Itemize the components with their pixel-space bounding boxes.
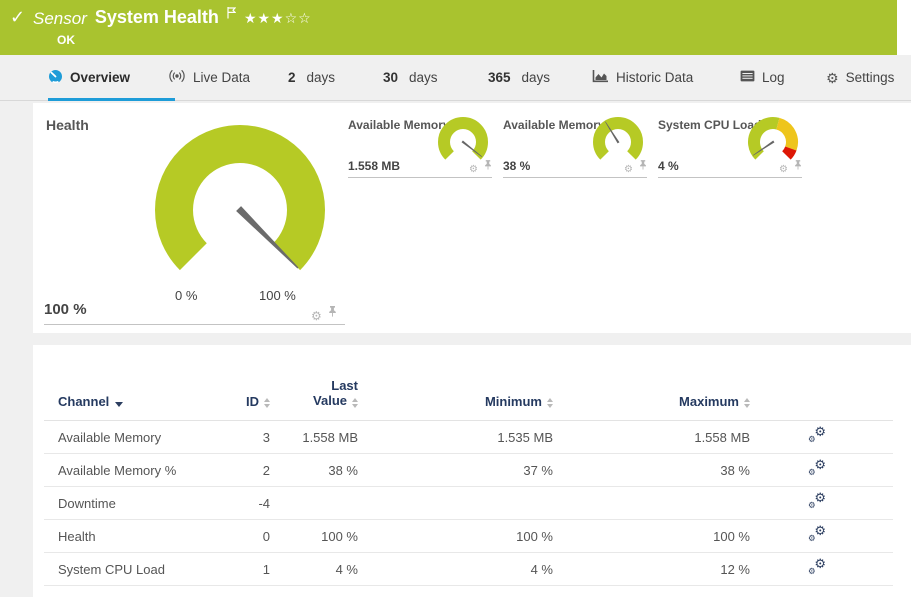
channel-name: Available Memory bbox=[44, 430, 230, 445]
sort-icon bbox=[352, 398, 358, 408]
channel-id: 2 bbox=[230, 463, 270, 478]
channel-id: 3 bbox=[230, 430, 270, 445]
pin-icon[interactable] bbox=[484, 157, 492, 175]
status-ok-check-icon: ✓ bbox=[10, 7, 25, 28]
channel-name: Available Memory % bbox=[44, 463, 230, 478]
column-header-minimum[interactable]: Minimum bbox=[358, 394, 553, 409]
tab-2-days[interactable]: 2days bbox=[288, 55, 335, 100]
maximum-value: 38 % bbox=[553, 463, 750, 478]
sort-icon bbox=[264, 398, 270, 408]
channel-table: Channel ID Last Value Minimum bbox=[44, 345, 893, 586]
maximum-value: 1.558 MB bbox=[553, 430, 750, 445]
tab-overview[interactable]: Overview bbox=[48, 55, 175, 100]
channel-name: Health bbox=[44, 529, 230, 544]
column-header-id[interactable]: ID bbox=[230, 394, 270, 409]
pin-icon[interactable] bbox=[794, 157, 802, 175]
mini-gauge-value: 1.558 MB bbox=[348, 159, 400, 173]
table-row-available-memory[interactable]: Available Memory 3 1.558 MB 1.535 MB 1.5… bbox=[44, 421, 893, 454]
tab-settings[interactable]: ⚙ Settings bbox=[826, 55, 894, 100]
tab-365-days[interactable]: 365days bbox=[488, 55, 550, 100]
minimum-value: 37 % bbox=[358, 463, 553, 478]
sort-icon bbox=[744, 398, 750, 408]
column-header-channel[interactable]: Channel bbox=[44, 394, 230, 409]
column-header-last-value[interactable]: Last Value bbox=[270, 379, 358, 409]
sensor-status-text: OK bbox=[57, 33, 75, 47]
sensor-type-label: Sensor bbox=[33, 7, 87, 29]
last-value: 100 % bbox=[270, 529, 358, 544]
tab-log-label: Log bbox=[762, 70, 785, 85]
channel-id: 0 bbox=[230, 529, 270, 544]
column-header-maximum[interactable]: Maximum bbox=[553, 394, 750, 409]
maximum-value: 100 % bbox=[553, 529, 750, 544]
table-row-downtime[interactable]: Downtime -4 ⚙⚙ bbox=[44, 487, 893, 520]
tab-historic-data[interactable]: Historic Data bbox=[592, 55, 693, 100]
channel-id: 1 bbox=[230, 562, 270, 577]
gear-icon: ⚙ bbox=[826, 71, 839, 85]
health-gauge bbox=[140, 118, 340, 296]
last-value: 38 % bbox=[270, 463, 358, 478]
pin-icon[interactable] bbox=[639, 157, 647, 175]
tab-historic-data-label: Historic Data bbox=[616, 70, 693, 85]
main-gauge-value: 100 % bbox=[44, 301, 87, 318]
mini-gauge-available-memory: Available Memory 1.558 MB ⚙ bbox=[348, 118, 492, 178]
channel-id: -4 bbox=[230, 496, 270, 511]
gauges-panel: Health 0 % 100 % 100 % ⚙ Available Memor… bbox=[33, 103, 911, 333]
minimum-value: 4 % bbox=[358, 562, 553, 577]
sort-icon bbox=[547, 398, 553, 408]
mini-gauge-value: 38 % bbox=[503, 159, 530, 173]
tab-live-data-label: Live Data bbox=[193, 70, 250, 85]
minimum-value: 1.535 MB bbox=[358, 430, 553, 445]
sort-desc-icon bbox=[115, 402, 123, 407]
edit-channel-icon[interactable]: ⚙⚙ bbox=[808, 428, 826, 444]
priority-star-rating[interactable]: ★★★☆☆ bbox=[244, 7, 312, 27]
gauge-scale-max: 100 % bbox=[259, 288, 296, 303]
channel-name: Downtime bbox=[44, 496, 230, 511]
minimum-value: 100 % bbox=[358, 529, 553, 544]
edit-channel-icon[interactable]: ⚙⚙ bbox=[808, 494, 826, 510]
gear-icon[interactable]: ⚙ bbox=[779, 165, 788, 175]
gauge-icon bbox=[48, 69, 63, 87]
tab-live-data[interactable]: Live Data bbox=[168, 55, 278, 100]
gear-icon[interactable]: ⚙ bbox=[469, 165, 478, 175]
last-value: 4 % bbox=[270, 562, 358, 577]
channel-name: System CPU Load bbox=[44, 562, 230, 577]
tab-30-days[interactable]: 30days bbox=[383, 55, 438, 100]
table-header-row: Channel ID Last Value Minimum bbox=[44, 345, 893, 421]
edit-channel-icon[interactable]: ⚙⚙ bbox=[808, 461, 826, 477]
gear-icon[interactable]: ⚙ bbox=[624, 165, 633, 175]
mini-gauge-value: 4 % bbox=[658, 159, 679, 173]
tab-settings-label: Settings bbox=[846, 70, 895, 85]
gear-icon[interactable]: ⚙ bbox=[311, 310, 322, 322]
table-row-health[interactable]: Health 0 100 % 100 % 100 % ⚙⚙ bbox=[44, 520, 893, 553]
live-data-icon bbox=[168, 69, 186, 86]
chart-icon bbox=[592, 69, 609, 86]
last-value: 1.558 MB bbox=[270, 430, 358, 445]
edit-channel-icon[interactable]: ⚙⚙ bbox=[808, 527, 826, 543]
tab-overview-label: Overview bbox=[70, 70, 130, 85]
tab-bar: Overview Live Data 2days 30days 365days … bbox=[0, 55, 911, 101]
channel-table-panel: Channel ID Last Value Minimum bbox=[33, 345, 911, 607]
page-content: Overview Live Data 2days 30days 365days … bbox=[0, 55, 911, 597]
sensor-status-bar: ✓ Sensor System Health ★★★☆☆ OK bbox=[0, 0, 897, 55]
flag-icon[interactable] bbox=[227, 6, 236, 24]
table-row-available-memory-pct[interactable]: Available Memory % 2 38 % 37 % 38 % ⚙⚙ bbox=[44, 454, 893, 487]
pin-icon[interactable] bbox=[328, 304, 337, 322]
tab-log[interactable]: Log bbox=[740, 55, 785, 100]
gauge-scale-min: 0 % bbox=[175, 288, 197, 303]
table-row-system-cpu-load[interactable]: System CPU Load 1 4 % 4 % 12 % ⚙⚙ bbox=[44, 553, 893, 586]
edit-channel-icon[interactable]: ⚙⚙ bbox=[808, 560, 826, 576]
mini-gauge-available-memory-pct: Available Memory % 38 % ⚙ bbox=[503, 118, 647, 178]
maximum-value: 12 % bbox=[553, 562, 750, 577]
log-icon bbox=[740, 70, 755, 85]
sensor-title: System Health bbox=[95, 7, 219, 28]
mini-gauge-system-cpu-load: System CPU Load 4 % ⚙ bbox=[658, 118, 802, 178]
main-gauge-title: Health bbox=[46, 117, 89, 133]
divider bbox=[44, 324, 345, 325]
